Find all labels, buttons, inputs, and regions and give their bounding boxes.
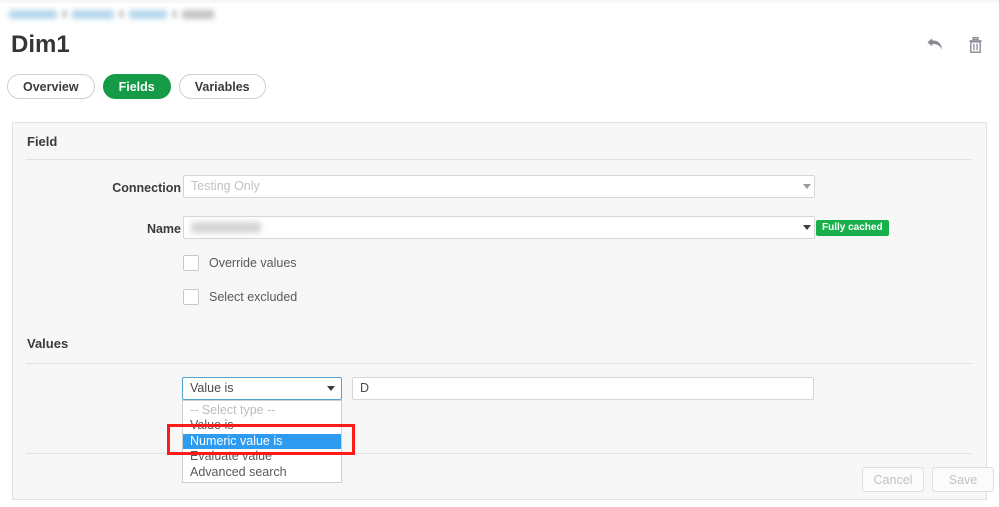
save-button[interactable]: Save: [932, 467, 994, 492]
select-excluded-checkbox[interactable]: [183, 289, 199, 305]
tab-fields[interactable]: Fields: [103, 74, 171, 99]
dropdown-option-select-type[interactable]: -- Select type --: [183, 403, 341, 418]
field-editor-card: Field Connection Testing Only Name Fully…: [12, 122, 987, 500]
name-select[interactable]: [183, 216, 815, 239]
override-values-label: Override values: [209, 256, 297, 270]
name-value-redacted: [191, 222, 261, 233]
page-title: Dim1: [11, 30, 70, 60]
values-section-divider: [26, 363, 972, 364]
footer-divider: [26, 453, 972, 454]
breadcrumb: [9, 7, 214, 21]
title-row: Dim1: [0, 30, 999, 68]
dropdown-option-numeric-value-is[interactable]: Numeric value is: [183, 434, 341, 449]
select-excluded-label: Select excluded: [209, 290, 297, 304]
connection-select[interactable]: Testing Only: [183, 175, 815, 198]
undo-arrow-icon[interactable]: [925, 34, 945, 56]
breadcrumb-separator-2: [119, 10, 124, 18]
tab-variables[interactable]: Variables: [179, 74, 266, 99]
value-type-dropdown-list: -- Select type -- Value is Numeric value…: [182, 400, 342, 483]
value-type-select[interactable]: Value is: [182, 377, 342, 400]
select-excluded-row[interactable]: Select excluded: [183, 289, 297, 305]
override-values-checkbox[interactable]: [183, 255, 199, 271]
chevron-down-icon[interactable]: [803, 184, 811, 189]
connection-label: Connection: [21, 181, 181, 195]
title-actions: [925, 34, 985, 56]
chevron-down-icon[interactable]: [803, 225, 811, 230]
override-values-row[interactable]: Override values: [183, 255, 297, 271]
breadcrumb-item-current: [182, 10, 214, 19]
cancel-button[interactable]: Cancel: [862, 467, 924, 492]
field-section-divider: [26, 159, 972, 160]
value-input[interactable]: D: [352, 377, 814, 400]
breadcrumb-item-3[interactable]: [129, 10, 167, 19]
dropdown-option-evaluate-value[interactable]: Evaluate value: [183, 449, 341, 464]
dropdown-option-value-is[interactable]: Value is: [183, 418, 341, 433]
breadcrumb-separator-3: [172, 10, 177, 18]
status-badge: Fully cached: [816, 220, 889, 236]
breadcrumb-item-1[interactable]: [9, 10, 57, 19]
values-section-heading: Values: [27, 336, 68, 351]
breadcrumb-separator-1: [62, 10, 67, 18]
field-section-heading: Field: [27, 134, 57, 149]
dropdown-option-advanced-search[interactable]: Advanced search: [183, 465, 341, 480]
tab-overview[interactable]: Overview: [7, 74, 95, 99]
tab-bar: Overview Fields Variables: [7, 74, 266, 99]
chevron-down-icon[interactable]: [327, 386, 335, 391]
name-label: Name: [21, 222, 181, 236]
trash-icon[interactable]: [965, 34, 985, 56]
top-accent-strip: [0, 0, 999, 3]
breadcrumb-item-2[interactable]: [72, 10, 114, 19]
